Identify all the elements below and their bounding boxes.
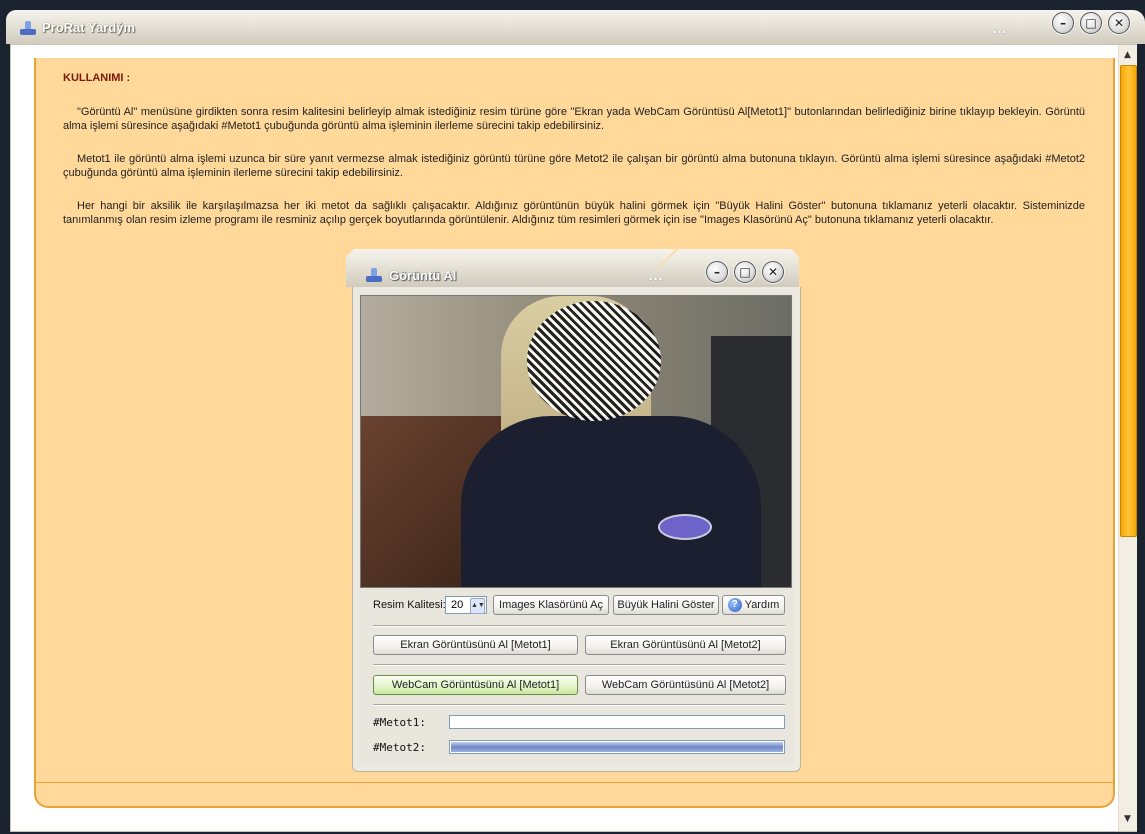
maximize-icon: □ [1085,16,1097,30]
dialog-app-icon [366,268,382,282]
webcam-image [360,295,792,588]
metot2-progress-fill [451,742,783,752]
app-icon [20,21,36,35]
metot1-progress-bar [449,715,785,729]
title-dots: ... [992,22,1007,37]
minimize-icon: – [714,265,720,279]
scroll-thumb[interactable] [1120,65,1137,537]
window-titlebar[interactable] [6,10,1028,44]
scroll-up-arrow-icon[interactable]: ▲ [1120,47,1135,63]
minimize-button[interactable]: – [1052,12,1074,34]
screen-capture-metot1-button[interactable]: Ekran Görüntüsünü Al [Metot1] [373,635,578,655]
webcam-capture-metot1-button[interactable]: WebCam Görüntüsünü Al [Metot1] [373,675,578,695]
dialog-title: Görüntü Al [389,268,457,283]
minimize-icon: – [1060,16,1066,30]
metot2-progress-bar [449,740,785,754]
close-button[interactable]: ✕ [1108,12,1130,34]
close-icon: ✕ [1113,16,1125,30]
help-button-label: Yardım [744,599,780,611]
quality-value: 20 [451,599,464,611]
maximize-button[interactable]: □ [1080,12,1102,34]
separator-3 [373,704,785,706]
help-footer-divider [36,782,1113,783]
scroll-down-arrow-icon[interactable]: ▼ [1120,811,1135,827]
dialog-title-dots: ... [648,269,663,284]
help-paragraph-2: Metot1 ile görüntü alma işlemi uzunca bi… [63,153,1085,179]
maximize-icon: □ [739,265,751,279]
show-large-button[interactable]: Büyük Halini Göster [613,595,719,615]
webcam-capture-metot2-button[interactable]: WebCam Görüntüsünü Al [Metot2] [585,675,786,695]
quality-spinner[interactable]: 20 ▲▼ [445,596,487,614]
metot1-label: #Metot1: [373,716,426,729]
spinner-arrows-icon[interactable]: ▲▼ [470,598,485,614]
dialog-close-button[interactable]: ✕ [762,261,784,283]
dialog-minimize-button[interactable]: – [706,261,728,283]
metot2-label: #Metot2: [373,741,426,754]
help-paragraph-3: Her hangi bir aksilik ile karşılaşılmazs… [63,200,1085,226]
window-title: ProRat Yardým [42,20,135,35]
screen-capture-metot2-button[interactable]: Ekran Görüntüsünü Al [Metot2] [585,635,786,655]
close-icon: ✕ [767,265,779,279]
help-paragraph-1: "Görüntü Al" menüsüne girdikten sonra re… [63,106,1085,132]
images-folder-button[interactable]: Images Klasörünü Aç [493,595,609,615]
help-button[interactable]: ? Yardım [722,595,785,615]
obscured-face [527,301,661,421]
help-heading: KULLANIMI : [63,72,131,84]
separator-1 [373,625,785,627]
separator-2 [373,664,785,666]
help-icon: ? [727,598,742,612]
dialog-maximize-button[interactable]: □ [734,261,756,283]
quality-label: Resim Kalitesi: [373,599,446,611]
vertical-scrollbar[interactable]: ▲ ▼ [1118,45,1137,831]
